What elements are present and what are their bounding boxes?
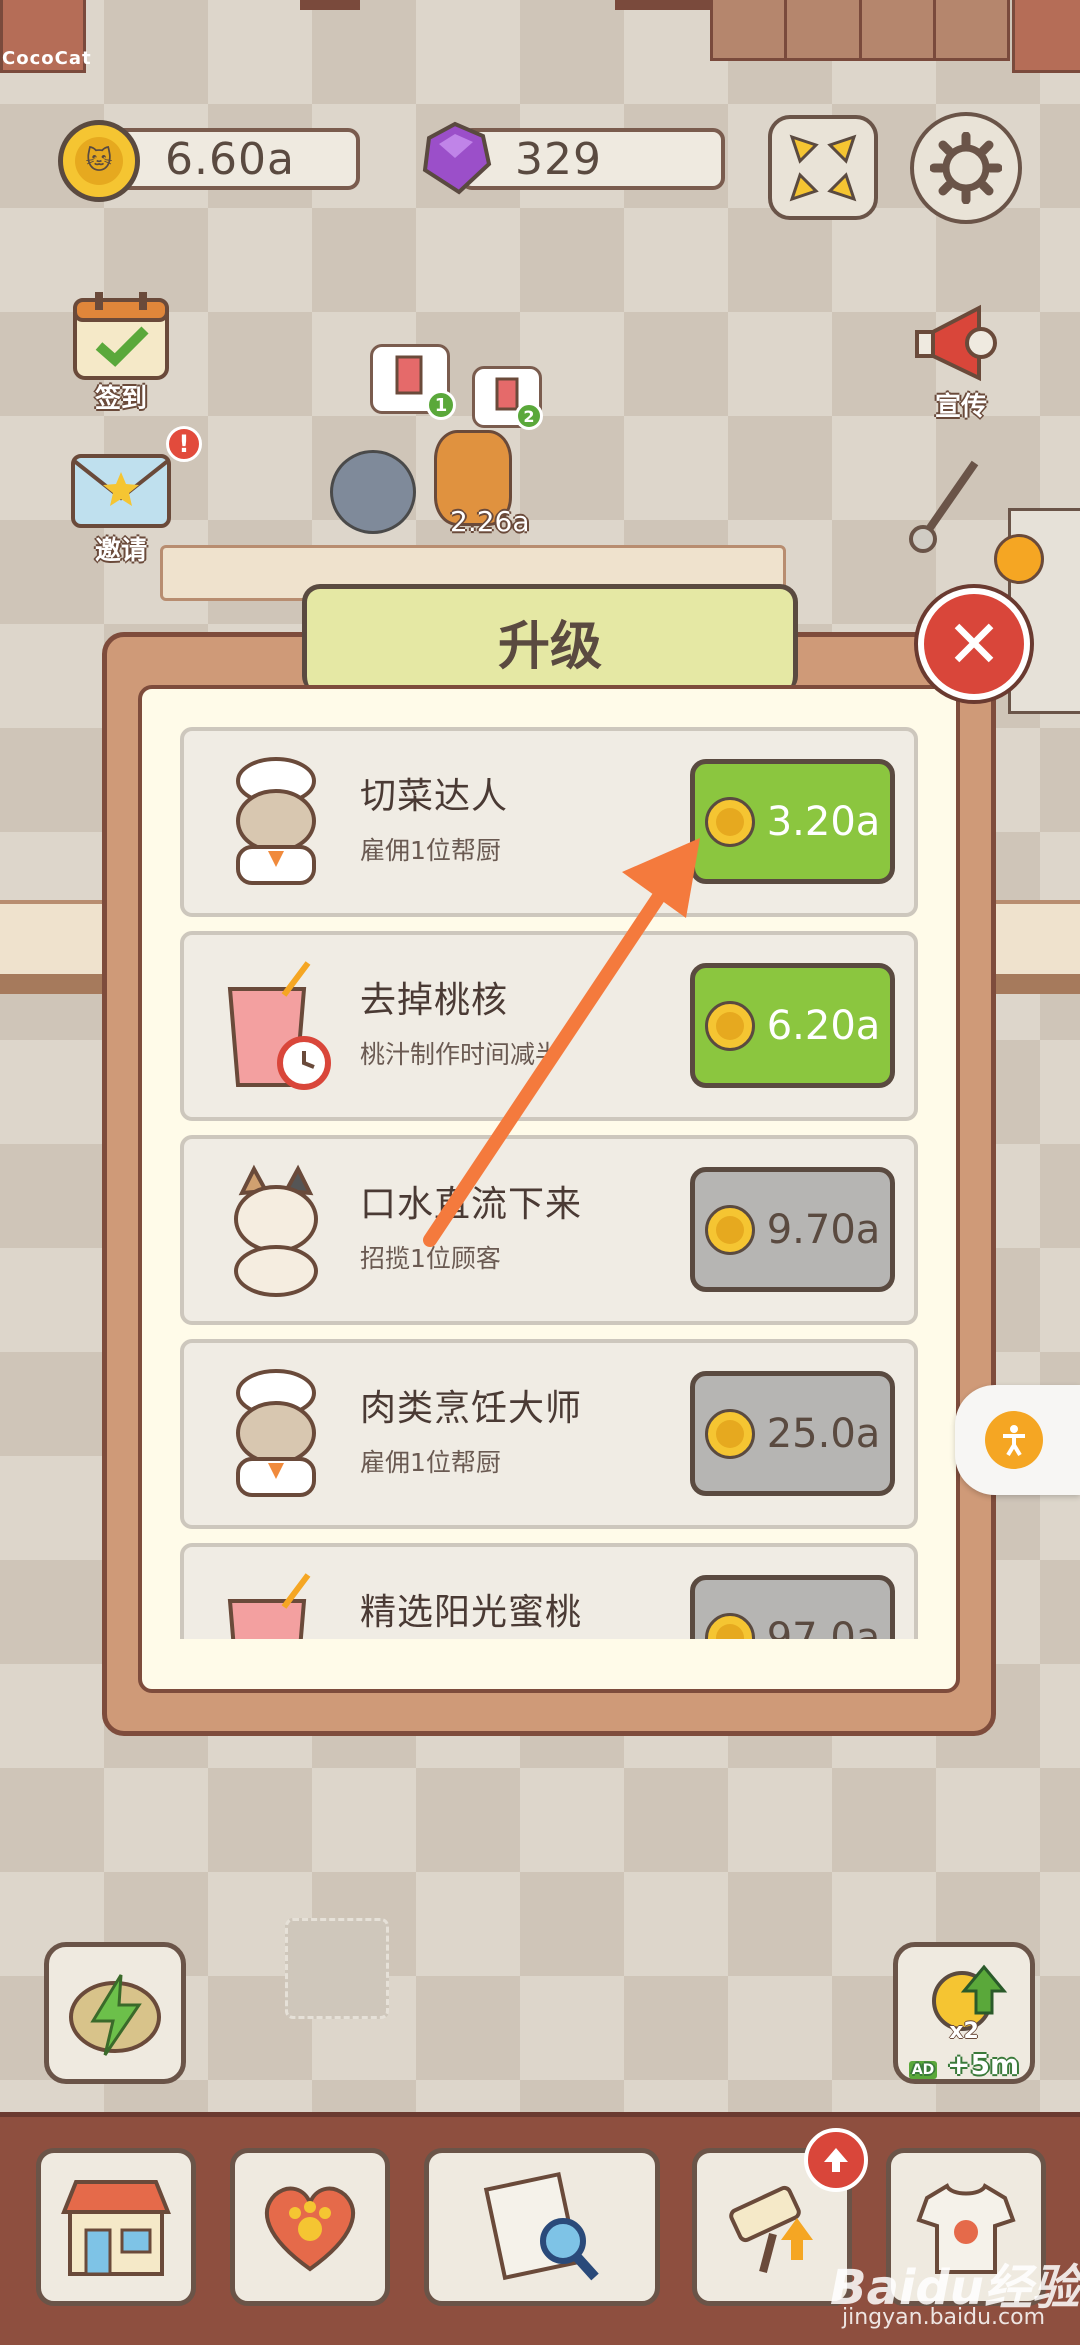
coin-icon — [704, 1612, 755, 1639]
upgrade-price: 6.20a — [766, 1002, 881, 1049]
upgrade-item: 肉类烹饪大师 雇佣1位帮厨 25.0a — [180, 1339, 918, 1529]
upgrade-item: 精选阳光蜜桃 97.0a — [180, 1543, 918, 1639]
boost-duration: AD +5m — [898, 2048, 1030, 2081]
accessibility-button[interactable] — [955, 1385, 1080, 1495]
gem-balance: 329 — [515, 134, 602, 185]
watermark-url: jingyan.baidu.com — [842, 2305, 1046, 2330]
chef-cat-icon — [236, 757, 316, 885]
drooling-cat-icon — [234, 1164, 318, 1297]
nav-cats-button[interactable] — [230, 2148, 390, 2306]
heart-paw-icon — [265, 2186, 355, 2272]
upgrade-description: 桃汁制作时间减半 — [360, 1040, 561, 1069]
order-count-badge: 2 — [515, 402, 543, 430]
calendar-check-icon — [73, 292, 169, 380]
upgrade-price: 3.20a — [766, 798, 881, 845]
invite-label: 邀请 — [94, 536, 147, 566]
coin-icon: 🐱 — [58, 120, 140, 202]
collapse-arrows-icon — [789, 134, 857, 201]
upgrade-price: 97.0a — [766, 1614, 881, 1640]
invite-alert-badge: ! — [166, 426, 202, 462]
upgrade-title: 肉类烹饪大师 — [360, 1388, 583, 1429]
megaphone-icon — [915, 304, 997, 382]
wall-shelf — [615, 0, 715, 10]
chef-cat-icon — [236, 1369, 316, 1497]
promote-label: 宣传 — [934, 392, 987, 422]
nav-recipes-button[interactable] — [424, 2148, 660, 2306]
envelope-icon — [71, 454, 171, 528]
speed-boost-button[interactable] — [44, 1942, 186, 2084]
upgrade-title: 口水直流下来 — [360, 1184, 583, 1225]
upgrade-price: 25.0a — [766, 1410, 881, 1457]
upgrade-modal-header: 升级 — [302, 584, 798, 694]
upgrade-available-badge — [804, 2128, 868, 2192]
coin-balance: 6.60a — [165, 134, 295, 185]
ad-coin-boost-button[interactable]: x2 AD +5m — [893, 1942, 1035, 2084]
upgrade-description: 雇佣1位帮厨 — [360, 1448, 501, 1477]
modal-title: 升级 — [497, 617, 602, 677]
customer-cat[interactable] — [330, 450, 416, 534]
kitchen-cabinet — [710, 0, 1010, 61]
buy-upgrade-button-disabled[interactable]: 9.70a — [690, 1167, 895, 1292]
coin-icon — [704, 1408, 755, 1459]
order-count-badge: 1 — [426, 390, 456, 420]
promote-button[interactable]: 宣传 — [906, 298, 1016, 423]
storefront-icon — [61, 2180, 171, 2276]
buy-upgrade-button[interactable]: 6.20a — [690, 963, 895, 1088]
peach-juice-icon — [227, 1573, 311, 1639]
nav-shop-button[interactable] — [36, 2148, 196, 2306]
wall-sign-right — [1012, 0, 1080, 73]
buy-upgrade-button-disabled[interactable]: 25.0a — [690, 1371, 895, 1496]
upgrade-title: 切菜达人 — [360, 776, 509, 817]
ad-tag: AD — [908, 2061, 938, 2079]
upgrade-list[interactable]: 切菜达人 雇佣1位帮厨 3.20a 去掉桃核 桃汁制作时间减半 6.20a 口水… — [142, 689, 956, 1639]
upgrade-title: 去掉桃核 — [360, 980, 509, 1021]
upgrade-item: 去掉桃核 桃汁制作时间减半 6.20a — [180, 931, 918, 1121]
upgrade-list-panel[interactable]: 切菜达人 雇佣1位帮厨 3.20a 去掉桃核 桃汁制作时间减半 6.20a 口水… — [138, 685, 960, 1693]
coin-icon — [704, 796, 755, 847]
lightning-plate-icon — [69, 1974, 161, 2056]
gem-icon — [422, 121, 492, 195]
paint-roller-icon — [729, 2185, 813, 2274]
upgrade-item: 切菜达人 雇佣1位帮厨 3.20a — [180, 727, 918, 917]
settings-button[interactable] — [910, 112, 1022, 224]
brand-sign-text: CocoCat — [2, 48, 92, 69]
peach-juice-timer-icon — [227, 961, 331, 1090]
earning-popup: 2.26a — [450, 505, 530, 538]
upgrade-price: 9.70a — [766, 1206, 881, 1253]
upgrade-description: 招揽1位顾客 — [360, 1244, 501, 1273]
boost-multiplier: x2 — [949, 2019, 979, 2044]
arrow-up-icon — [824, 2148, 848, 2172]
clock-icon — [994, 534, 1044, 584]
coin-icon — [704, 1204, 755, 1255]
upgrade-description: 雇佣1位帮厨 — [360, 836, 501, 865]
close-button[interactable]: ✕ — [918, 588, 1030, 700]
collapse-view-button[interactable] — [768, 115, 878, 220]
mixer-icon — [909, 460, 979, 553]
gear-icon — [930, 132, 1002, 204]
newspaper-search-icon — [483, 2171, 599, 2281]
boost-duration-text: +5m — [947, 2048, 1020, 2081]
checkin-label: 签到 — [94, 384, 147, 414]
upgrade-title: 精选阳光蜜桃 — [360, 1592, 583, 1633]
upgrade-item: 口水直流下来 招揽1位顾客 9.70a — [180, 1135, 918, 1325]
wall-shelf — [300, 0, 360, 10]
coin-icon — [704, 1000, 755, 1051]
accessibility-icon — [985, 1411, 1043, 1469]
buy-upgrade-button[interactable]: 3.20a — [690, 759, 895, 884]
checkin-button[interactable]: 签到 — [66, 290, 176, 415]
buy-upgrade-button-disabled[interactable]: 97.0a — [690, 1575, 895, 1639]
empty-slot[interactable] — [285, 1918, 389, 2019]
